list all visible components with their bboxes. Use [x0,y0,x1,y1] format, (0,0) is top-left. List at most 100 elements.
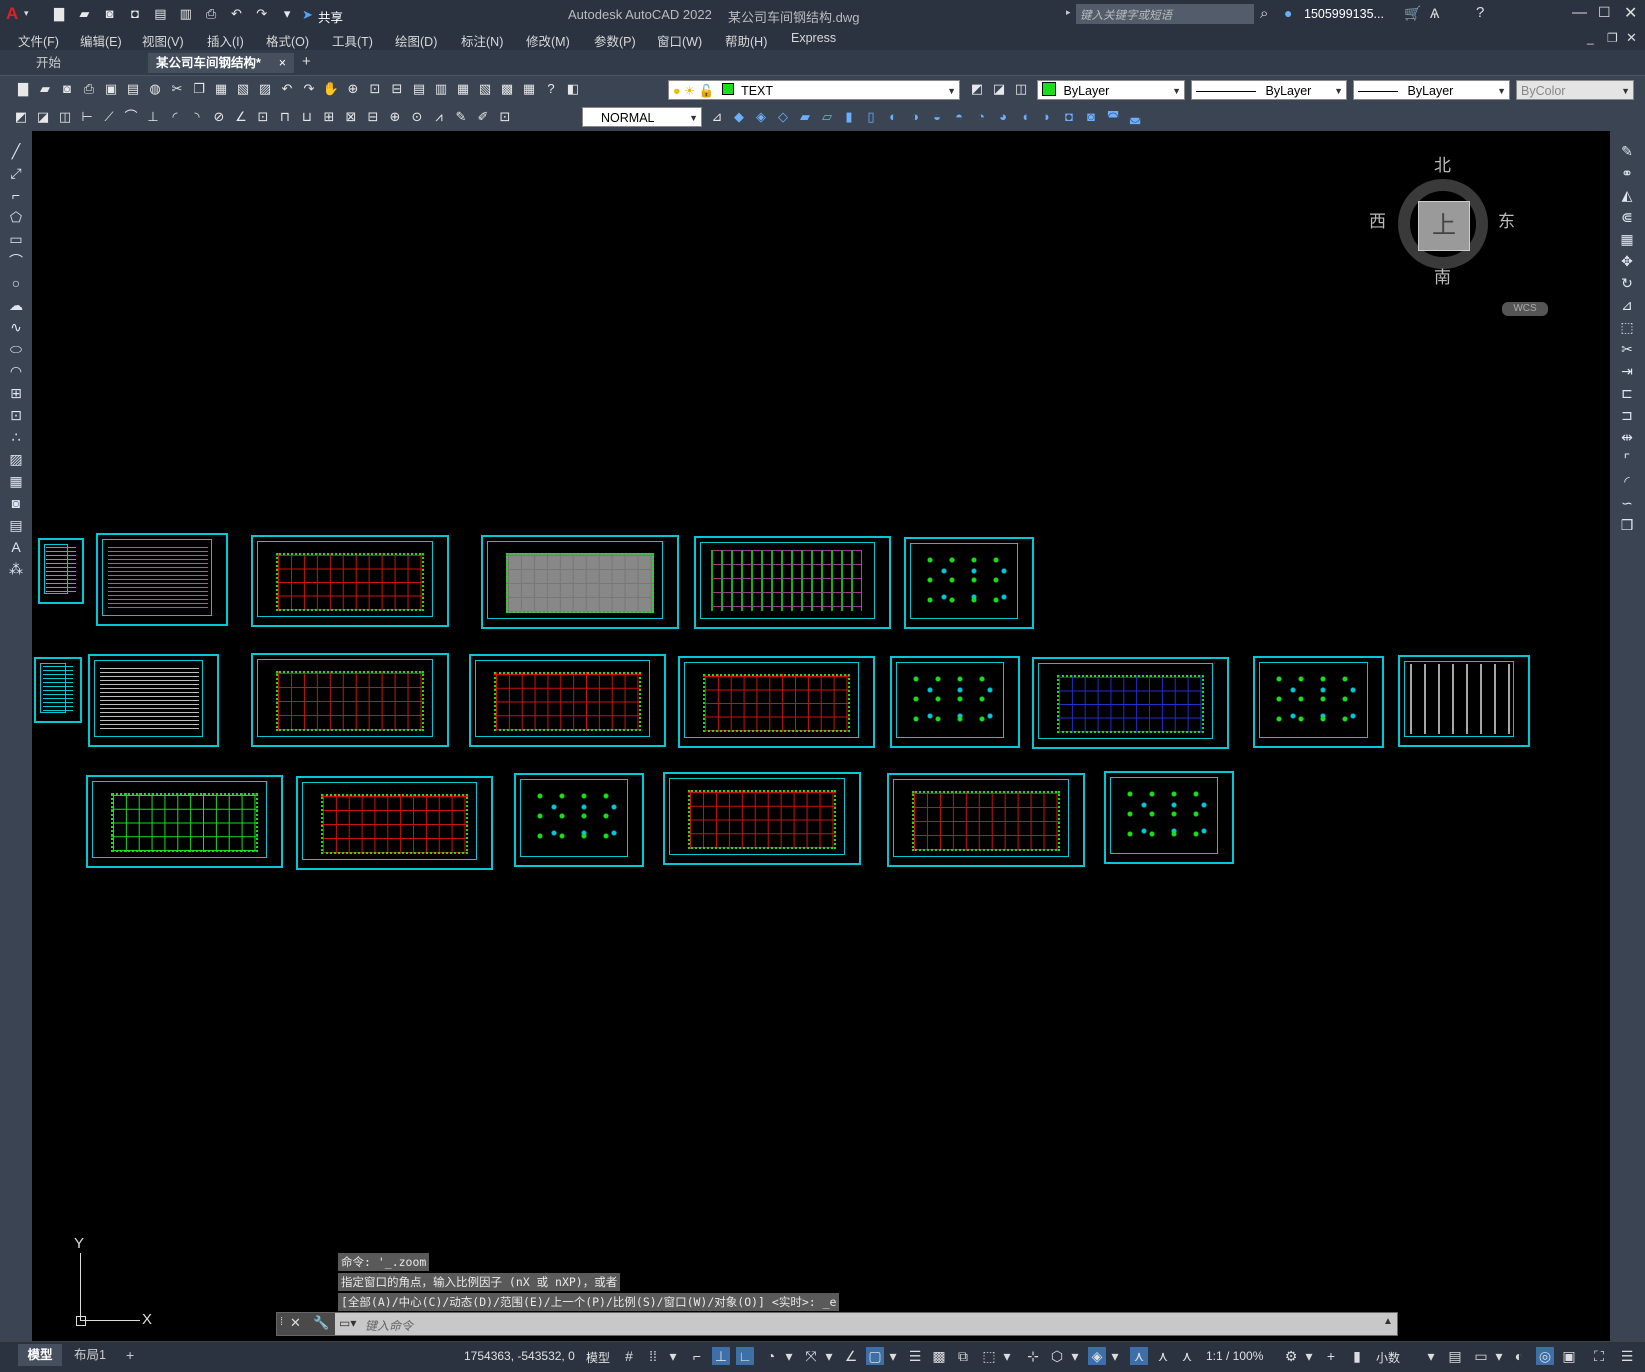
drawing-sheet-detail[interactable] [890,656,1020,748]
imprint-icon[interactable]: ◖ [1015,107,1035,127]
dynamic-input-icon[interactable]: ⊥ [712,1347,730,1365]
undo-tb-icon[interactable]: ↶ [277,79,297,99]
extrude-faces-icon[interactable]: ▰ [795,107,815,127]
sheet-set-icon[interactable]: ▧ [475,79,495,99]
lineweight-toggle-icon[interactable]: ☰ [906,1347,924,1365]
menu-insert[interactable]: 插入(I) [207,31,244,50]
baseline-dim-icon[interactable]: ⊓ [275,107,295,127]
save-icon[interactable]: ◙ [100,4,120,24]
separate-icon[interactable]: ◘ [1059,107,1079,127]
copy-faces-icon[interactable]: ◒ [927,107,947,127]
aligned-dim-icon[interactable]: ⟋ [99,107,119,127]
region-icon[interactable]: ◙ [5,493,27,513]
subtract-icon[interactable]: ◈ [751,107,771,127]
annotation-scale-icon[interactable]: ⋏ [1178,1347,1196,1365]
dim-style-icon[interactable]: ◫ [55,107,75,127]
doc-close-icon[interactable]: ✕ [1626,30,1637,46]
array-icon[interactable]: ▦ [1616,229,1638,249]
drawing-sheet-plan-grid[interactable] [887,773,1085,867]
circle-icon[interactable]: ○ [5,273,27,293]
drawing-sheet-detail[interactable] [1253,656,1384,748]
3d-osnap-icon[interactable]: ⬚ [980,1347,998,1365]
coordinates-readout[interactable]: 1754363, -543532, 0 [464,1349,575,1363]
revision-cloud-icon[interactable]: ☁ [5,295,27,315]
calculator-icon[interactable]: ▦ [519,79,539,99]
isolate-objects-icon[interactable]: ◐ [1510,1347,1528,1365]
spline-icon[interactable]: ∿ [5,317,27,337]
menu-file[interactable]: 文件(F) [18,31,59,50]
jogged-linear-icon[interactable]: ⩘ [429,107,449,127]
drawing-sheet-plan-gray[interactable] [481,535,679,629]
menu-dimension[interactable]: 标注(N) [461,31,503,50]
markup-icon[interactable]: ▩ [497,79,517,99]
units-dropdown-icon[interactable]: ▾ [1422,1347,1440,1365]
drawing-sheet-detail[interactable] [904,537,1034,629]
zoom-previous-icon[interactable]: ⊟ [387,79,407,99]
doc-restore-icon[interactable]: ❐ [1607,31,1618,45]
quick-dim-icon[interactable]: ⊡ [253,107,273,127]
offset-icon[interactable]: ⋐ [1616,207,1638,227]
color-dropdown[interactable]: ByLayer ▼ [1037,80,1185,100]
help-icon[interactable]: ? [1476,4,1484,21]
drawing-sheet-plan-grid[interactable] [678,656,875,748]
infer-constraints-icon[interactable]: ⌐ [688,1347,706,1365]
menu-format[interactable]: 格式(O) [266,31,309,50]
explode-icon[interactable]: ❒ [1616,515,1638,535]
clean-screen-icon[interactable]: ▣ [1560,1347,1578,1365]
tab-current-drawing[interactable]: 某公司车间钢结构* × [148,53,294,73]
move-faces-icon[interactable]: ▱ [817,107,837,127]
design-center-icon[interactable]: ▥ [431,79,451,99]
drawing-sheet-text-white[interactable] [88,654,219,747]
ortho-icon[interactable]: ∟ [736,1347,754,1365]
menu-edit[interactable]: 编辑(E) [80,31,122,50]
help-tb-icon[interactable]: ? [541,79,561,99]
menu-view[interactable]: 视图(V) [142,31,184,50]
dim-space-icon[interactable]: ⊞ [319,107,339,127]
object-snap-dropdown-icon[interactable]: ▾ [884,1347,902,1365]
isodraft-dropdown-icon[interactable]: ▾ [820,1347,838,1365]
rotate-icon[interactable]: ↻ [1616,273,1638,293]
drawing-sheet-section[interactable] [1398,655,1530,747]
fullscreen-icon[interactable]: ⛶ [1590,1347,1608,1365]
menu-modify[interactable]: 修改(M) [526,31,570,50]
customize-qat-icon[interactable]: ▾ [277,4,297,24]
pan-icon[interactable]: ✋ [321,79,341,99]
match-prop-icon[interactable]: ▧ [233,79,253,99]
arc-icon[interactable]: ⌒ [5,251,27,271]
workspace-dropdown-icon[interactable]: ▾ [1300,1347,1318,1365]
command-customize-icon[interactable]: 🔧 [313,1315,329,1331]
drawing-sheet-detail[interactable] [1104,771,1234,864]
export-icon[interactable]: ▥ [176,4,196,24]
dim-style-manager-icon[interactable]: ⊿ [707,107,727,127]
gizmo-dropdown-icon[interactable]: ▾ [1106,1347,1124,1365]
angular-dim-icon[interactable]: ∠ [231,107,251,127]
tab-layout1[interactable]: 布局1 [66,1344,114,1366]
drawing-sheet-list[interactable] [34,657,82,723]
construction-line-icon[interactable]: ⤢ [5,163,27,183]
transparency-icon[interactable]: ▩ [930,1347,948,1365]
hatch-icon[interactable]: ▨ [5,449,27,469]
drawing-sheet-detail[interactable] [514,773,644,867]
tab-close-icon[interactable]: × [279,53,286,73]
tolerance-icon[interactable]: ⊟ [363,107,383,127]
fillet-icon[interactable]: ◜ [1616,471,1638,491]
linetype-dropdown[interactable]: ByLayer ▼ [1191,80,1347,100]
redo-tb-icon[interactable]: ↷ [299,79,319,99]
clean-icon[interactable]: ◗ [1037,107,1057,127]
add-layout-button[interactable]: + [126,1347,134,1363]
layer-states-icon[interactable]: ◫ [1011,79,1031,99]
gizmo-icon[interactable]: ◈ [1088,1347,1106,1365]
stretch-icon[interactable]: ⬚ [1616,317,1638,337]
drawing-sheet-plan-green[interactable] [86,775,283,868]
dim-text-edit-icon[interactable]: ✐ [473,107,493,127]
search-icon[interactable]: ⌕ [1260,5,1268,22]
polar-dropdown-icon[interactable]: ▾ [780,1347,798,1365]
polar-tracking-icon[interactable]: ◔ [762,1347,780,1365]
add-selected-icon[interactable]: ⁂ [5,559,27,579]
break-at-point-icon[interactable]: ⊏ [1616,383,1638,403]
intersect-icon[interactable]: ◇ [773,107,793,127]
snap-icon[interactable]: ⁞⁞ [644,1347,662,1365]
search-expand-icon[interactable]: ▸ [1066,7,1071,18]
command-recent-icon[interactable]: ▭▾ [339,1316,356,1330]
lineweight-dropdown[interactable]: ByLayer ▼ [1353,80,1510,100]
